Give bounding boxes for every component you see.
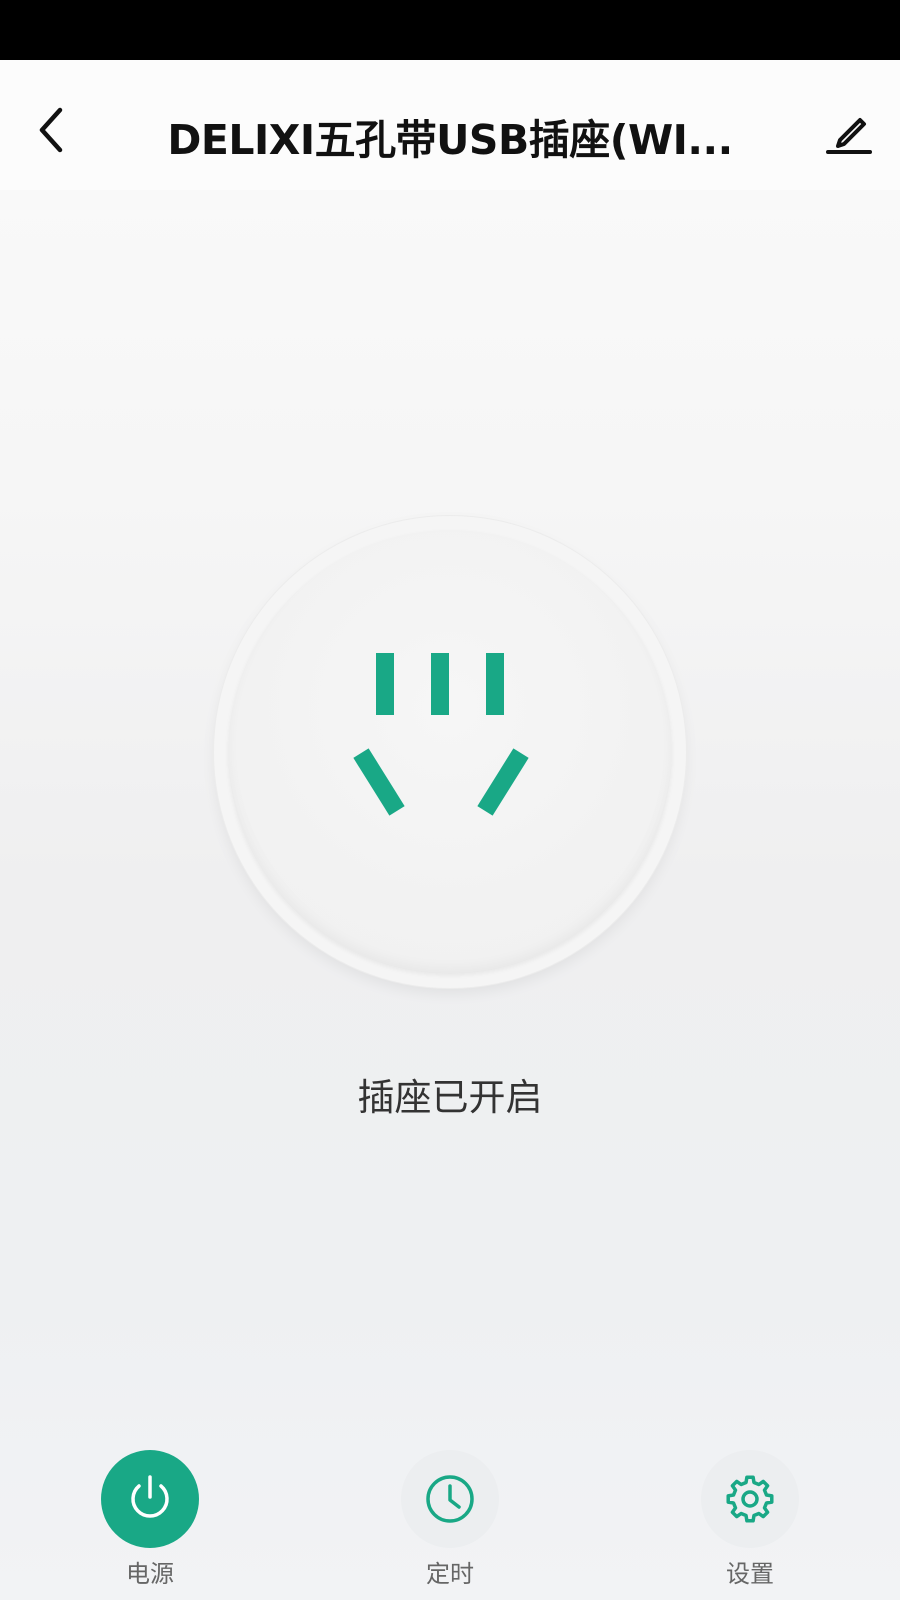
edit-button[interactable] [816,98,882,164]
power-button[interactable] [101,1450,199,1548]
tab-label-power: 电源 [126,1560,174,1588]
clock-icon [426,1475,474,1523]
back-button[interactable] [22,100,82,160]
bottom-tab-bar: 电源 定时 设置 [0,1440,900,1600]
socket-toggle[interactable] [214,516,686,988]
page-title: DELIXI五孔带USB插座(WI... [167,116,733,164]
tab-power[interactable]: 电源 [80,1450,220,1600]
tab-timer[interactable]: 定时 [380,1450,520,1600]
tab-settings[interactable]: 设置 [680,1450,820,1600]
gear-icon [726,1475,774,1523]
header-bar: DELIXI五孔带USB插座(WI... [0,60,900,190]
back-arrow-icon [39,107,63,153]
timer-button[interactable] [401,1450,499,1548]
power-icon [131,1475,169,1518]
tab-label-timer: 定时 [426,1560,474,1588]
pencil-icon [826,118,872,154]
device-control-screen: DELIXI五孔带USB插座(WI... 插座已开启 电源 定时 设置 [0,0,900,1600]
status-bar [0,0,900,60]
socket-status-text: 插座已开启 [357,1076,543,1119]
socket-holes-icon [353,653,529,816]
tab-label-settings: 设置 [726,1560,774,1588]
settings-button[interactable] [701,1450,799,1548]
